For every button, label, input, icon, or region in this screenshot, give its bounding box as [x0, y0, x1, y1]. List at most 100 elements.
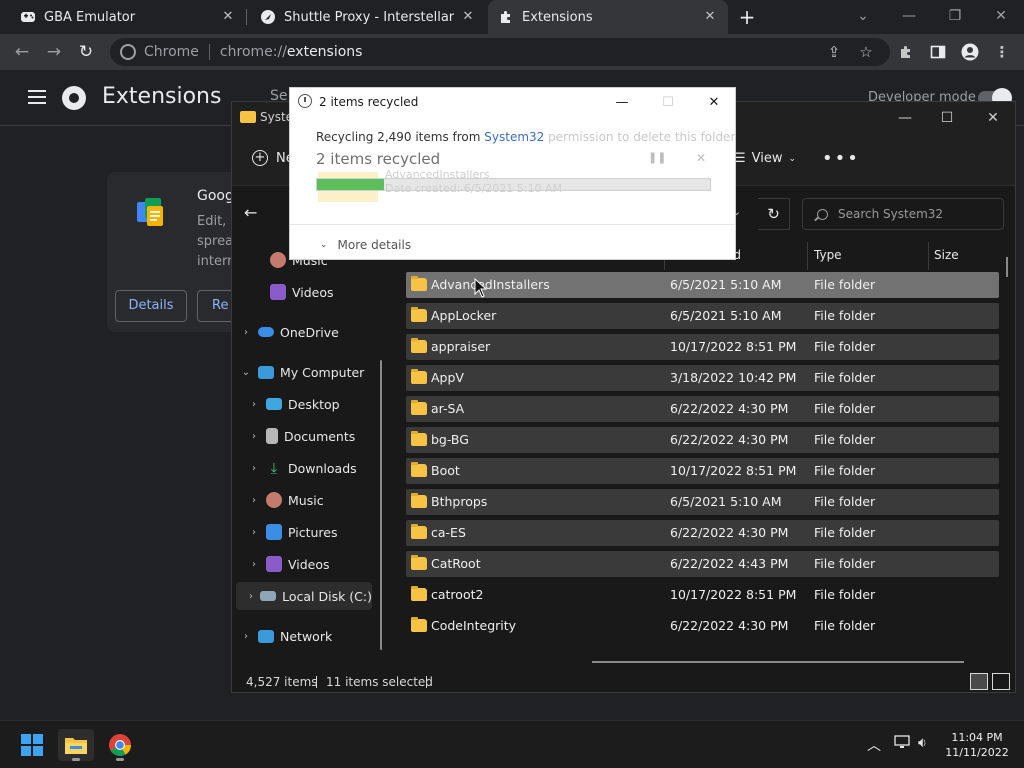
- forward-button[interactable]: →: [40, 38, 68, 66]
- nav-item-desktop[interactable]: › Desktop: [248, 390, 388, 418]
- nav-item-my-computer[interactable]: ⌄ My Computer: [240, 358, 380, 386]
- start-button[interactable]: [14, 729, 50, 761]
- profile-avatar-icon[interactable]: [958, 40, 982, 64]
- new-tab-button[interactable]: +: [736, 6, 758, 28]
- details-view-icon[interactable]: [970, 673, 988, 690]
- table-row[interactable]: AdvancedInstallers 6/5/2021 5:10 AM File f…: [406, 272, 999, 298]
- nav-item-documents[interactable]: › Documents: [248, 422, 388, 450]
- table-row[interactable]: AppLocker 6/5/2021 5:10 AM File folder: [406, 303, 999, 329]
- search-input[interactable]: Search System32: [802, 198, 1004, 230]
- chevron-right-icon[interactable]: ›: [240, 327, 252, 338]
- pause-icon[interactable]: ❚❚: [648, 151, 666, 164]
- maximize-button: ☐: [662, 95, 674, 110]
- chevron-right-icon[interactable]: ›: [248, 463, 260, 474]
- item-count: 4,527 items: [246, 675, 318, 689]
- source-folder-link[interactable]: System32: [484, 130, 544, 144]
- new-button[interactable]: + Ne: [252, 150, 294, 166]
- close-tab-icon[interactable]: ✕: [702, 9, 718, 25]
- vertical-scrollbar[interactable]: [1006, 257, 1008, 277]
- nav-scrollbar[interactable]: [380, 360, 382, 650]
- minimize-button[interactable]: —: [608, 91, 636, 115]
- file-date: 6/22/2022 4:30 PM: [670, 525, 789, 540]
- file-name: bg-BG: [431, 432, 469, 447]
- kebab-menu-icon[interactable]: ⋮: [990, 40, 1014, 64]
- file-type: File folder: [814, 432, 876, 447]
- reload-button[interactable]: ↻: [72, 38, 100, 66]
- table-row[interactable]: AppV 3/18/2022 10:42 PM File folder: [406, 365, 999, 391]
- table-row[interactable]: CatRoot 6/22/2022 4:43 PM File folder: [406, 551, 999, 577]
- tiles-view-icon[interactable]: [992, 673, 1010, 690]
- table-row[interactable]: CodeIntegrity 6/22/2022 4:30 PM File folde…: [406, 613, 999, 639]
- back-arrow-icon[interactable]: ←: [244, 203, 257, 222]
- tab-search-chevron-icon[interactable]: ⌄: [840, 4, 886, 28]
- dialog-titlebar[interactable]: 2 items recycled — ☐ ✕: [290, 88, 735, 118]
- taskbar-chrome[interactable]: [102, 729, 138, 761]
- close-tab-icon[interactable]: ✕: [460, 9, 476, 25]
- chevron-down-icon: ⌄: [320, 240, 328, 250]
- nav-item-music-2[interactable]: › Music: [248, 486, 388, 514]
- nav-item-network[interactable]: › Network: [240, 622, 380, 650]
- table-row[interactable]: Bthprops 6/5/2021 5:10 AM File folder: [406, 489, 999, 515]
- table-row[interactable]: ar-SA 6/22/2022 4:30 PM File folder: [406, 396, 999, 422]
- tab-shuttle-proxy[interactable]: Shuttle Proxy - Interstellar Games ✕: [250, 0, 486, 34]
- nav-item-local-disk[interactable]: › Local Disk (C:): [236, 582, 372, 610]
- tab-gba-emulator[interactable]: GBA Emulator ✕: [10, 0, 247, 34]
- table-row[interactable]: ca-ES 6/22/2022 4:30 PM File folder: [406, 520, 999, 546]
- table-row[interactable]: Boot 10/17/2022 8:51 PM File folder: [406, 458, 999, 484]
- view-button[interactable]: ☰ View ⌄: [734, 151, 796, 166]
- show-hidden-icons-chevron-icon[interactable]: ︿: [867, 735, 881, 755]
- chevron-right-icon[interactable]: ›: [248, 399, 260, 410]
- details-button[interactable]: Details: [115, 290, 187, 322]
- pictures-icon: [266, 524, 282, 540]
- restore-button[interactable]: ❐: [932, 4, 978, 28]
- bookmark-star-icon[interactable]: ☆: [854, 40, 878, 64]
- network-status-icon[interactable]: [894, 735, 910, 753]
- extensions-puzzle-icon[interactable]: [894, 40, 918, 64]
- site-chip: Chrome: [144, 44, 199, 60]
- refresh-button[interactable]: ↻: [758, 198, 790, 230]
- nav-label: Documents: [284, 428, 356, 444]
- tab-extensions[interactable]: Extensions ✕: [488, 0, 728, 34]
- nav-item-onedrive[interactable]: › OneDrive: [240, 318, 380, 346]
- share-icon[interactable]: ⇪: [822, 40, 846, 64]
- nav-item-videos[interactable]: Videos: [252, 278, 392, 306]
- column-divider[interactable]: [807, 242, 808, 270]
- close-dialog-button[interactable]: ✕: [700, 91, 728, 115]
- close-window-button[interactable]: ✕: [970, 106, 1016, 130]
- chevron-right-icon[interactable]: ›: [240, 631, 252, 642]
- hamburger-menu-icon[interactable]: [28, 90, 46, 104]
- nav-item-pictures[interactable]: › Pictures: [248, 518, 388, 546]
- back-button[interactable]: ←: [8, 38, 36, 66]
- horizontal-scrollbar[interactable]: [592, 661, 964, 663]
- table-row[interactable]: bg-BG 6/22/2022 4:30 PM File folder: [406, 427, 999, 453]
- chevron-right-icon[interactable]: ›: [248, 559, 260, 570]
- close-tab-icon[interactable]: ✕: [220, 9, 236, 25]
- file-type: File folder: [814, 556, 876, 571]
- minimize-button[interactable]: —: [886, 4, 932, 28]
- minimize-button[interactable]: —: [882, 106, 928, 130]
- chevron-right-icon[interactable]: ›: [248, 495, 260, 506]
- chevron-right-icon[interactable]: ›: [248, 591, 254, 602]
- volume-icon[interactable]: 🔉︎: [918, 735, 927, 751]
- table-row[interactable]: appraiser 10/17/2022 8:51 PM File folder: [406, 334, 999, 360]
- nav-item-videos-2[interactable]: › Videos: [248, 550, 388, 578]
- chevron-down-icon[interactable]: ⌄: [240, 367, 252, 378]
- taskbar: ︿ 🔉︎ 11:04 PM 11/11/2022: [0, 720, 1024, 768]
- column-type[interactable]: Type: [814, 248, 842, 262]
- chevron-right-icon[interactable]: ›: [248, 431, 260, 442]
- column-divider[interactable]: [928, 242, 929, 270]
- side-panel-icon[interactable]: [926, 40, 950, 64]
- more-details-button[interactable]: ⌄ More details: [320, 238, 411, 252]
- more-options-icon[interactable]: •••: [822, 148, 860, 169]
- cancel-icon[interactable]: ✕: [696, 151, 706, 165]
- maximize-button[interactable]: ☐: [924, 106, 970, 130]
- column-size[interactable]: Size: [934, 248, 959, 262]
- address-bar[interactable]: Chrome chrome:// extensions: [110, 38, 890, 66]
- nav-item-downloads[interactable]: › ⤓ Downloads: [248, 454, 388, 482]
- taskbar-file-explorer[interactable]: [58, 729, 94, 761]
- nav-label: Pictures: [288, 524, 338, 540]
- close-window-button[interactable]: ✕: [978, 4, 1024, 28]
- chevron-right-icon[interactable]: ›: [248, 527, 260, 538]
- table-row[interactable]: catroot2 10/17/2022 8:51 PM File folder: [406, 582, 999, 608]
- system-clock[interactable]: 11:04 PM 11/11/2022: [944, 730, 1010, 760]
